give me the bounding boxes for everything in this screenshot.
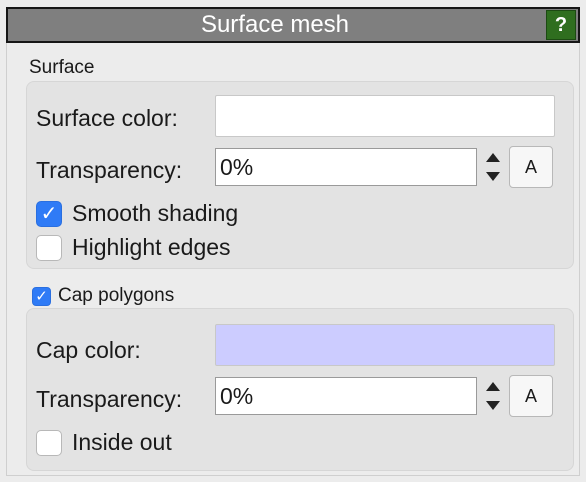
smooth-shading-label: Smooth shading	[72, 200, 239, 226]
stepper-up-arrow-icon[interactable]	[479, 148, 507, 167]
checkmark-icon: ✓	[35, 287, 48, 305]
surface-mesh-panel: Surface Surface color: Transparency: 0% …	[6, 43, 580, 476]
cap-transparency-input[interactable]: 0%	[215, 377, 477, 415]
surface-color-label: Surface color:	[36, 105, 178, 131]
surface-auto-button[interactable]: A	[509, 146, 553, 188]
surface-transparency-input[interactable]: 0%	[215, 148, 477, 186]
surface-color-well[interactable]	[215, 95, 555, 137]
inside-out-checkbox[interactable]	[36, 429, 62, 456]
cap-transparency-label: Transparency:	[36, 386, 183, 412]
stepper-up-arrow-icon[interactable]	[479, 377, 507, 396]
surface-group: Surface color: Transparency: 0% A ✓ Smoo…	[26, 81, 574, 269]
cap-polygons-label: Cap polygons	[58, 285, 175, 306]
inside-out-label: Inside out	[72, 429, 172, 455]
smooth-shading-checkbox[interactable]: ✓	[36, 200, 62, 227]
help-button[interactable]: ?	[546, 10, 576, 40]
panel-title: Surface mesh	[200, 11, 350, 38]
cap-polygons-checkbox-row[interactable]: ✓ Cap polygons	[32, 285, 174, 307]
surface-section-label: Surface	[29, 57, 95, 78]
cap-auto-button[interactable]: A	[509, 375, 553, 417]
cap-group: Cap color: Transparency: 0% A Inside out	[26, 308, 574, 471]
panel-titlebar: Surface mesh ?	[6, 7, 580, 43]
highlight-edges-label: Highlight edges	[72, 234, 231, 260]
cap-color-label: Cap color:	[36, 337, 141, 363]
checkmark-icon: ✓	[40, 202, 58, 225]
inside-out-checkbox-row[interactable]: Inside out	[36, 429, 172, 456]
cap-transparency-stepper[interactable]	[479, 377, 507, 415]
cap-polygons-checkbox[interactable]: ✓	[32, 286, 51, 306]
stepper-down-arrow-icon[interactable]	[479, 396, 507, 415]
highlight-edges-checkbox[interactable]	[36, 234, 62, 261]
highlight-edges-checkbox-row[interactable]: Highlight edges	[36, 234, 231, 261]
surface-transparency-label: Transparency:	[36, 157, 183, 183]
surface-transparency-stepper[interactable]	[479, 148, 507, 186]
cap-color-well[interactable]	[215, 324, 555, 366]
smooth-shading-checkbox-row[interactable]: ✓ Smooth shading	[36, 200, 238, 227]
stepper-down-arrow-icon[interactable]	[479, 167, 507, 186]
